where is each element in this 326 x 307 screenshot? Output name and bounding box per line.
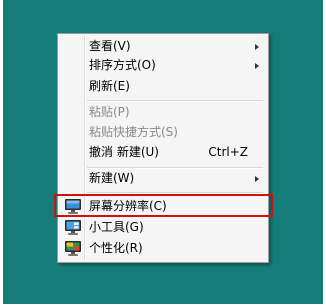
menu-item-label: 撤消 新建(U) xyxy=(89,145,159,159)
submenu-arrow-icon xyxy=(255,44,259,50)
menu-item-label: 新建(W) xyxy=(89,171,135,185)
menu-item-paste-shortcut: 粘贴快捷方式(S) xyxy=(60,122,266,143)
personalize-icon xyxy=(64,240,82,257)
gadgets-icon xyxy=(64,219,82,236)
menu-item-label: 粘贴(P) xyxy=(89,105,130,119)
menu-item-label: 查看(V) xyxy=(89,39,131,53)
menu-item-label: 小工具(G) xyxy=(89,220,144,234)
menu-item-label: 刷新(E) xyxy=(89,79,130,93)
menu-item-paste: 粘贴(P) xyxy=(60,102,266,123)
menu-item-view[interactable]: 查看(V) xyxy=(60,36,266,57)
menu-item-personalize[interactable]: 个性化(R) xyxy=(60,238,266,259)
menu-item-undo-new[interactable]: 撤消 新建(U) Ctrl+Z xyxy=(60,142,266,163)
menu-item-label: 排序方式(O) xyxy=(89,58,156,72)
context-menu: 查看(V) 排序方式(O) 刷新(E) 粘贴(P) 粘贴快捷方式(S) 撤消 新… xyxy=(57,33,269,263)
submenu-arrow-icon xyxy=(255,176,259,182)
highlight-annotation-box xyxy=(54,194,273,217)
menu-item-gadgets[interactable]: 小工具(G) xyxy=(60,217,266,238)
menu-item-label: 个性化(R) xyxy=(89,241,143,255)
submenu-arrow-icon xyxy=(255,63,259,69)
menu-item-shortcut: Ctrl+Z xyxy=(208,145,248,159)
menu-item-sort-by[interactable]: 排序方式(O) xyxy=(60,55,266,76)
menu-item-refresh[interactable]: 刷新(E) xyxy=(60,76,266,97)
menu-item-new[interactable]: 新建(W) xyxy=(60,168,266,189)
menu-item-label: 粘贴快捷方式(S) xyxy=(89,125,178,139)
